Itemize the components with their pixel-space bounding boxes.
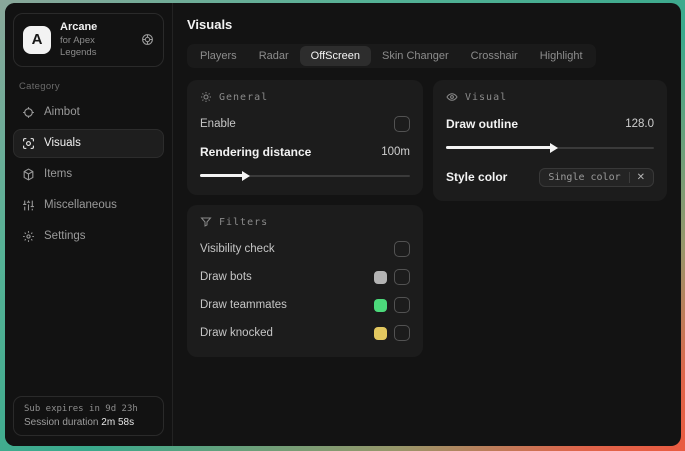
rendering-distance-row: Rendering distance 100m bbox=[200, 141, 410, 163]
visibility-check-row: Visibility check bbox=[200, 238, 410, 260]
visual-panel: Visual Draw outline 128.0 Style color Si… bbox=[433, 80, 667, 201]
rendering-distance-value: 100m bbox=[381, 146, 410, 158]
draw-teammates-label: Draw teammates bbox=[200, 299, 287, 311]
crosshair-icon bbox=[22, 106, 35, 119]
rendering-distance-label: Rendering distance bbox=[200, 145, 312, 159]
sidebar: A Arcane for Apex Legends Category Aimbo… bbox=[5, 3, 173, 446]
rendering-distance-slider[interactable] bbox=[200, 170, 410, 182]
draw-outline-value: 128.0 bbox=[625, 118, 654, 130]
sidebar-item-label: Items bbox=[44, 168, 73, 180]
tab-radar[interactable]: Radar bbox=[248, 46, 300, 66]
filters-panel: Filters Visibility check Draw bots Draw … bbox=[187, 205, 423, 357]
sidebar-item-aimbot[interactable]: Aimbot bbox=[13, 98, 164, 127]
draw-knocked-color-swatch[interactable] bbox=[374, 326, 387, 340]
style-color-select[interactable]: Single color ✕ bbox=[539, 167, 654, 187]
app-window: A Arcane for Apex Legends Category Aimbo… bbox=[5, 3, 681, 446]
sliders-icon bbox=[22, 199, 35, 212]
tab-highlight[interactable]: Highlight bbox=[529, 46, 594, 66]
style-color-value: Single color bbox=[548, 171, 621, 183]
session-duration-value: 2m 58s bbox=[101, 417, 135, 428]
visual-panel-title: Visual bbox=[465, 91, 508, 103]
draw-bots-label: Draw bots bbox=[200, 271, 252, 283]
box-icon bbox=[22, 167, 35, 181]
visibility-check-checkbox[interactable] bbox=[394, 241, 410, 257]
sidebar-nav: Aimbot Visuals Items Miscellaneous Setti… bbox=[13, 98, 164, 251]
enable-row: Enable bbox=[200, 113, 410, 135]
sidebar-item-miscellaneous[interactable]: Miscellaneous bbox=[13, 191, 164, 220]
session-duration-text: Session duration 2m 58s bbox=[24, 417, 135, 428]
lifebuoy-support-icon[interactable] bbox=[141, 33, 154, 46]
gear-icon bbox=[22, 230, 35, 243]
tab-skin-changer[interactable]: Skin Changer bbox=[371, 46, 460, 66]
enable-label: Enable bbox=[200, 118, 236, 130]
sidebar-item-settings[interactable]: Settings bbox=[13, 222, 164, 251]
draw-bots-checkbox[interactable] bbox=[394, 269, 410, 285]
desktop-background: A Arcane for Apex Legends Category Aimbo… bbox=[0, 0, 685, 451]
sub-expiry-text: Sub expires in 9d 23h bbox=[24, 404, 138, 414]
tab-players[interactable]: Players bbox=[189, 46, 248, 66]
eye-icon bbox=[446, 91, 458, 103]
category-label: Category bbox=[19, 80, 60, 92]
style-color-label: Style color bbox=[446, 170, 508, 184]
visibility-check-label: Visibility check bbox=[200, 243, 275, 255]
logo-card: A Arcane for Apex Legends bbox=[13, 13, 164, 67]
filters-panel-title: Filters bbox=[219, 216, 269, 228]
draw-knocked-checkbox[interactable] bbox=[394, 325, 410, 341]
draw-knocked-label: Draw knocked bbox=[200, 327, 273, 339]
draw-bots-color-swatch[interactable] bbox=[374, 270, 387, 284]
draw-outline-label: Draw outline bbox=[446, 117, 519, 131]
slider-thumb[interactable] bbox=[550, 143, 559, 153]
app-logo: A bbox=[23, 25, 51, 54]
draw-teammates-checkbox[interactable] bbox=[394, 297, 410, 313]
funnel-icon bbox=[200, 216, 212, 228]
sidebar-item-visuals[interactable]: Visuals bbox=[13, 128, 164, 158]
visuals-tabbar: Players Radar OffScreen Skin Changer Cro… bbox=[187, 44, 596, 68]
main-content: Visuals Players Radar OffScreen Skin Cha… bbox=[173, 3, 681, 446]
tab-offscreen[interactable]: OffScreen bbox=[299, 46, 371, 66]
close-icon[interactable]: ✕ bbox=[628, 171, 645, 183]
page-title: Visuals bbox=[187, 17, 233, 32]
eye-scan-icon bbox=[22, 137, 35, 150]
general-panel-title: General bbox=[219, 91, 269, 103]
app-subtitle: for Apex Legends bbox=[60, 34, 97, 58]
sidebar-item-label: Aimbot bbox=[44, 106, 80, 118]
draw-teammates-row: Draw teammates bbox=[200, 294, 410, 316]
draw-bots-row: Draw bots bbox=[200, 266, 410, 288]
slider-thumb[interactable] bbox=[242, 171, 251, 181]
general-panel: General Enable Rendering distance 100m bbox=[187, 80, 423, 195]
sidebar-item-items[interactable]: Items bbox=[13, 160, 164, 189]
sidebar-item-label: Settings bbox=[44, 230, 86, 242]
app-title: Arcane bbox=[60, 21, 98, 33]
draw-outline-row: Draw outline 128.0 bbox=[446, 113, 654, 135]
draw-knocked-row: Draw knocked bbox=[200, 322, 410, 344]
draw-teammates-color-swatch[interactable] bbox=[374, 298, 387, 312]
sun-icon bbox=[200, 91, 212, 103]
sidebar-item-label: Miscellaneous bbox=[44, 199, 117, 211]
style-color-row: Style color Single color ✕ bbox=[446, 166, 654, 188]
draw-outline-slider[interactable] bbox=[446, 142, 654, 154]
sidebar-item-label: Visuals bbox=[44, 137, 81, 149]
subscription-status-card: Sub expires in 9d 23h Session duration 2… bbox=[13, 396, 164, 436]
tab-crosshair[interactable]: Crosshair bbox=[460, 46, 529, 66]
enable-checkbox[interactable] bbox=[394, 116, 410, 132]
